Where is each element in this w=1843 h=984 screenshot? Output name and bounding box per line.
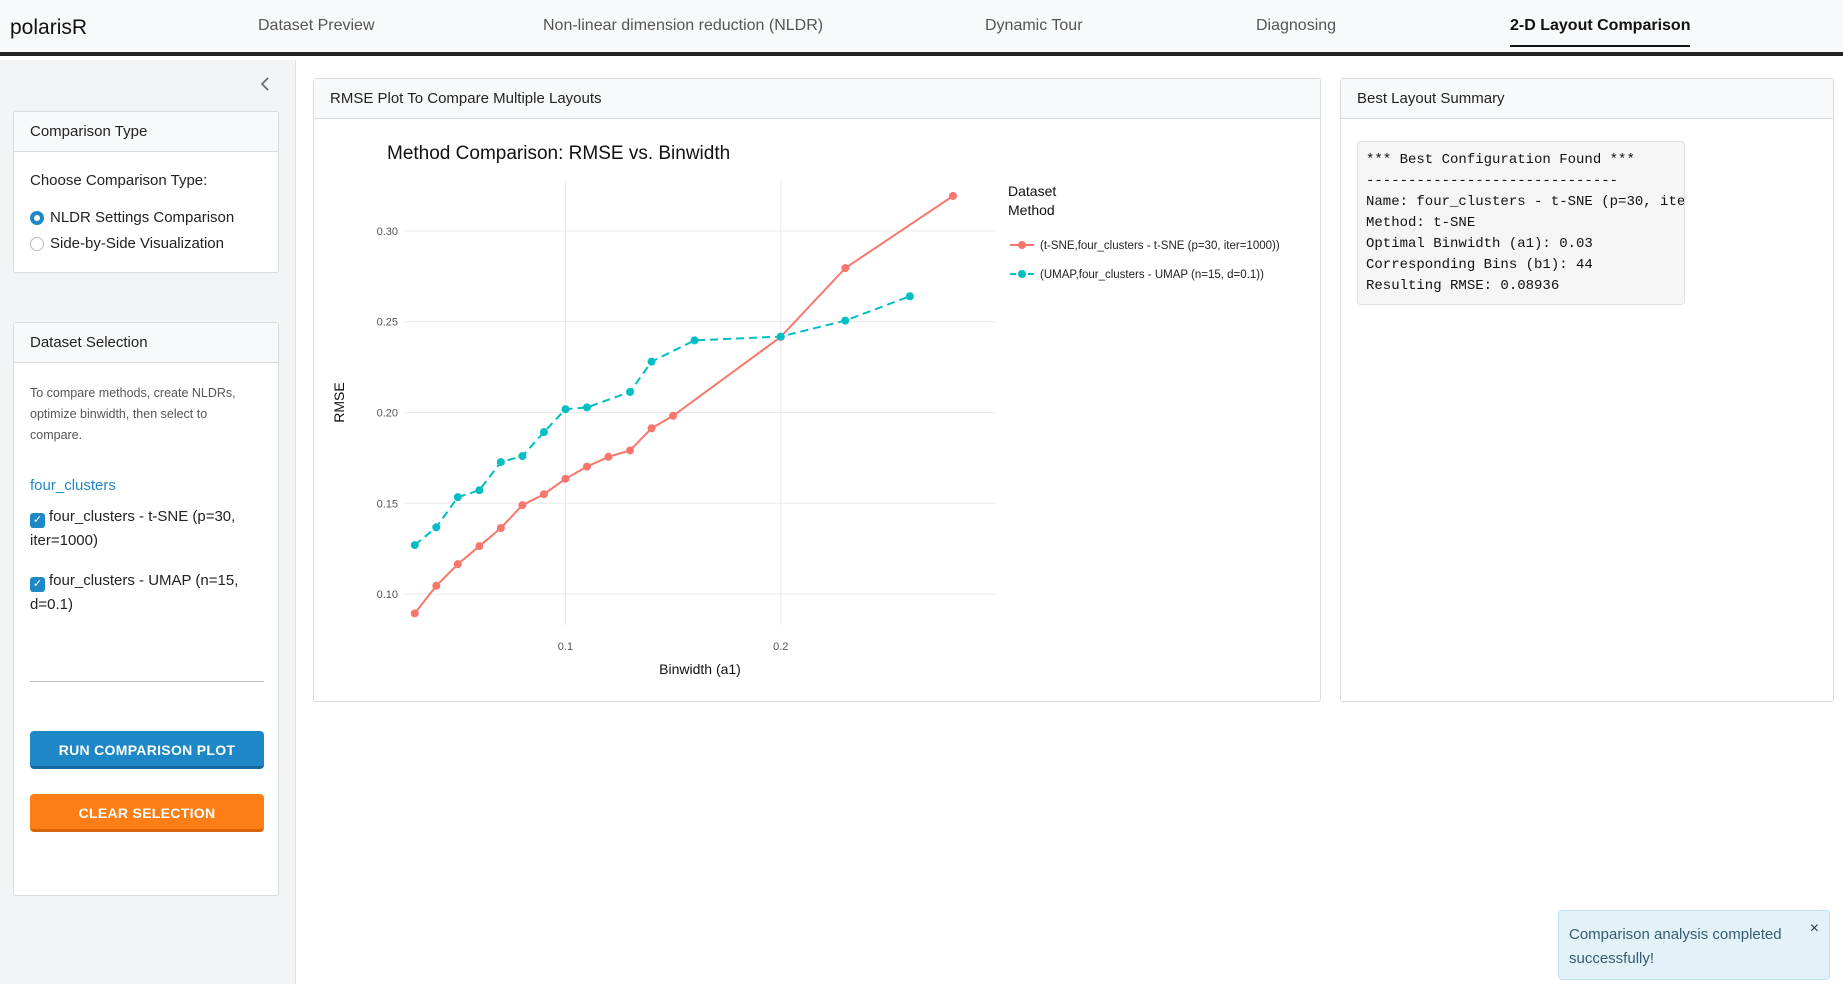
data-point xyxy=(841,316,850,325)
legend-title-line: Method xyxy=(1008,202,1055,218)
checkbox-tsne-label: four_clusters - t-SNE (p=30, iter=1000) xyxy=(30,508,236,549)
best-layout-summary-card: Best Layout Summary *** Best Configurati… xyxy=(1340,78,1834,702)
x-tick-label: 0.2 xyxy=(773,641,788,653)
brand-title[interactable]: polarisR xyxy=(10,16,87,40)
data-point xyxy=(669,411,678,420)
y-tick-label: 0.20 xyxy=(377,407,398,419)
toast-message: Comparison analysis completed successful… xyxy=(1569,926,1782,967)
checkbox-checked-icon[interactable]: ✓ xyxy=(30,513,45,528)
dataset-selection-title: Dataset Selection xyxy=(14,323,278,363)
data-point xyxy=(582,403,591,412)
data-point xyxy=(561,405,570,414)
data-point xyxy=(453,560,462,569)
data-point xyxy=(582,462,591,471)
dataset-selection-help: To compare methods, create NLDRs, optimi… xyxy=(30,386,236,442)
rmse-chart: Method Comparison: RMSE vs. Binwidth0.10… xyxy=(331,143,1280,677)
rmse-plot-card-title: RMSE Plot To Compare Multiple Layouts xyxy=(314,79,1320,119)
legend-entry: (t-SNE,four_clusters - t-SNE (p=30, iter… xyxy=(1040,240,1280,252)
checkbox-umap[interactable]: ✓ four_clusters - UMAP (n=15, d=0.1) xyxy=(30,569,250,617)
best-layout-summary-text: *** Best Configuration Found *** -------… xyxy=(1357,141,1685,305)
checkbox-umap-label: four_clusters - UMAP (n=15, d=0.1) xyxy=(30,572,239,613)
data-point xyxy=(475,542,484,551)
tab-dataset-preview[interactable]: Dataset Preview xyxy=(258,17,375,35)
tab-nldr[interactable]: Non-linear dimension reduction (NLDR) xyxy=(543,17,823,35)
data-point xyxy=(518,501,527,510)
y-tick-label: 0.30 xyxy=(377,226,398,238)
data-point xyxy=(647,357,656,366)
radio-checked-icon[interactable] xyxy=(30,210,44,225)
sidebar: Comparison Type Choose Comparison Type: … xyxy=(0,60,296,984)
radio-nldr-settings[interactable]: NLDR Settings Comparison xyxy=(30,209,234,226)
data-point xyxy=(626,387,635,396)
data-point xyxy=(432,581,441,590)
comparison-type-prompt: Choose Comparison Type: xyxy=(30,172,208,189)
y-tick-label: 0.10 xyxy=(377,589,398,601)
checkbox-tsne[interactable]: ✓ four_clusters - t-SNE (p=30, iter=1000) xyxy=(30,505,250,553)
data-point xyxy=(948,191,957,200)
rmse-plot-card: RMSE Plot To Compare Multiple Layouts Me… xyxy=(313,78,1321,702)
comparison-type-title: Comparison Type xyxy=(14,112,278,152)
tab-dynamic-tour[interactable]: Dynamic Tour xyxy=(985,17,1083,35)
data-point xyxy=(496,524,505,533)
divider xyxy=(30,681,264,682)
clear-selection-button[interactable]: CLEAR SELECTION xyxy=(30,794,264,832)
data-point xyxy=(776,332,785,341)
radio-nldr-settings-label: NLDR Settings Comparison xyxy=(50,209,235,226)
data-point xyxy=(647,424,656,433)
comparison-type-card: Comparison Type Choose Comparison Type: … xyxy=(13,111,279,273)
data-point xyxy=(453,493,462,502)
series-line-0 xyxy=(413,195,954,614)
x-tick-label: 0.1 xyxy=(558,641,573,653)
x-axis-label: Binwidth (a1) xyxy=(659,661,741,677)
data-point xyxy=(905,292,914,301)
series-line-1 xyxy=(414,295,911,546)
tab-layout-comparison[interactable]: 2-D Layout Comparison xyxy=(1510,17,1691,47)
radio-side-by-side[interactable]: Side-by-Side Visualization xyxy=(30,235,224,252)
radio-side-by-side-label: Side-by-Side Visualization xyxy=(50,235,224,252)
data-point xyxy=(690,336,699,345)
data-point xyxy=(496,458,505,467)
navbar: polarisR Dataset Preview Non-linear dime… xyxy=(0,0,1843,56)
checkbox-checked-icon[interactable]: ✓ xyxy=(30,577,45,592)
data-point xyxy=(626,446,635,455)
data-point xyxy=(475,486,484,495)
y-tick-label: 0.15 xyxy=(377,498,398,510)
data-point xyxy=(841,264,850,273)
data-point xyxy=(539,490,548,499)
y-axis-label: RMSE xyxy=(331,382,347,422)
dataset-selection-card: Dataset Selection To compare methods, cr… xyxy=(13,322,279,896)
data-point xyxy=(604,452,613,461)
data-point xyxy=(539,428,548,437)
data-point xyxy=(432,523,441,532)
chevron-left-icon[interactable] xyxy=(256,74,276,94)
legend-entry: (UMAP,four_clusters - UMAP (n=15, d=0.1)… xyxy=(1040,269,1264,281)
close-icon[interactable]: × xyxy=(1810,917,1819,941)
chart-title: Method Comparison: RMSE vs. Binwidth xyxy=(387,143,730,164)
data-point xyxy=(561,474,570,483)
best-layout-summary-title: Best Layout Summary xyxy=(1341,79,1833,119)
notification-toast: Comparison analysis completed successful… xyxy=(1558,910,1830,980)
legend-key-point xyxy=(1018,270,1026,278)
y-tick-label: 0.25 xyxy=(377,317,398,329)
data-point xyxy=(410,541,419,550)
tab-diagnosing[interactable]: Diagnosing xyxy=(1256,17,1336,35)
data-point xyxy=(410,609,419,618)
run-comparison-button[interactable]: RUN COMPARISON PLOT xyxy=(30,731,264,769)
legend-key-point xyxy=(1018,241,1026,249)
data-point xyxy=(518,452,527,461)
legend-title-line: Dataset xyxy=(1008,183,1056,199)
radio-unchecked-icon[interactable] xyxy=(30,236,44,251)
dataset-group-label: four_clusters xyxy=(30,477,116,494)
